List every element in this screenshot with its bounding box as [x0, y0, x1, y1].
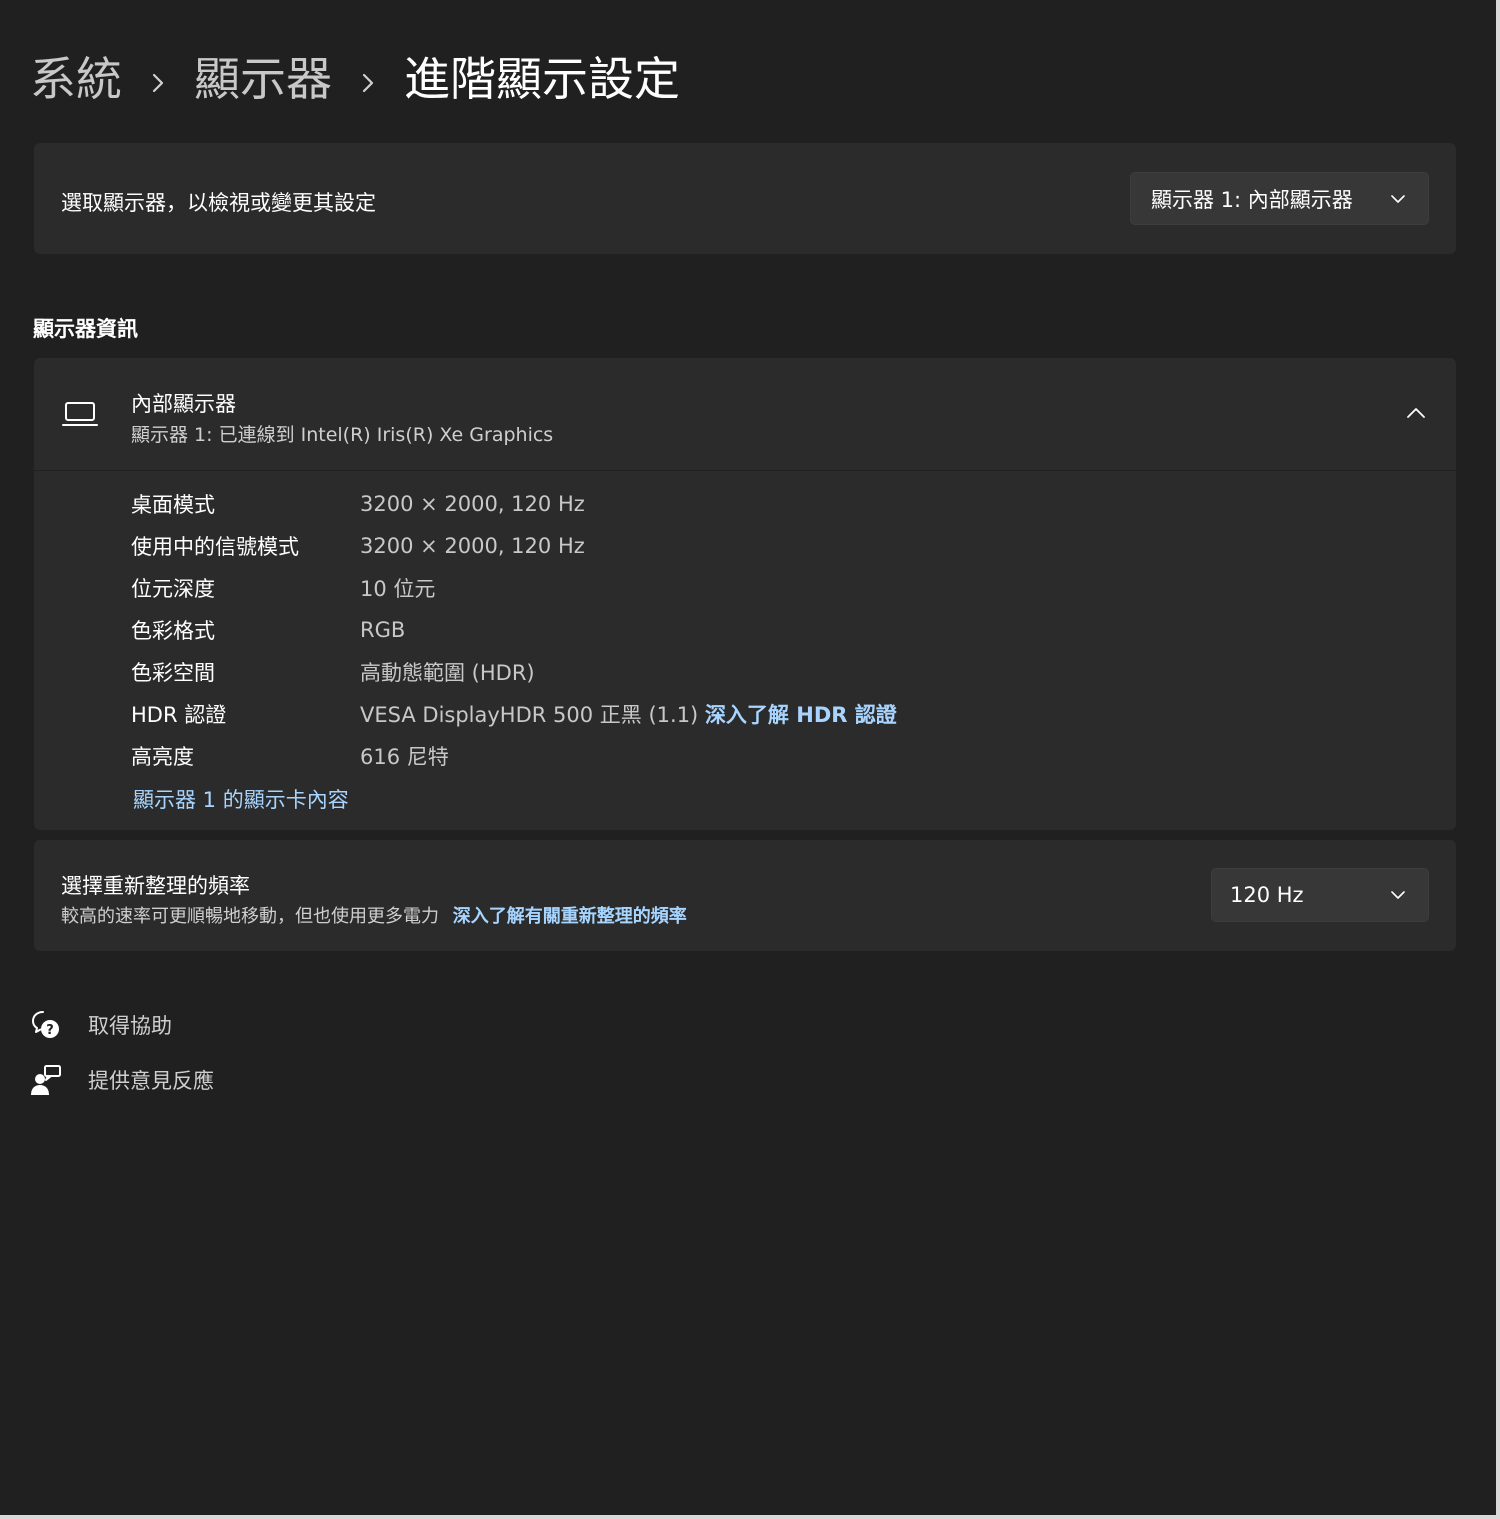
info-row: 高亮度 616 尼特: [131, 736, 449, 776]
get-help-label: 取得協助: [88, 1014, 172, 1038]
refresh-rate-title: 選擇重新整理的頻率: [61, 874, 250, 898]
chevron-down-icon: [1390, 191, 1406, 211]
display-select-dropdown[interactable]: 顯示器 1: 內部顯示器: [1130, 172, 1429, 225]
info-value: RGB: [360, 618, 406, 642]
info-row: HDR 認證 VESA DisplayHDR 500 正黑 (1.1) 深入了解…: [131, 694, 897, 734]
adapter-properties-link[interactable]: 顯示器 1 的顯示卡內容: [133, 784, 349, 814]
info-key: 色彩格式: [131, 619, 215, 643]
select-display-card: 選取顯示器，以檢視或變更其設定 顯示器 1: 內部顯示器: [34, 143, 1456, 254]
refresh-rate-description: 較高的速率可更順暢地移動，但也使用更多電力 深入了解有關重新整理的頻率: [61, 902, 687, 928]
info-key: 高亮度: [131, 745, 194, 769]
info-row: 桌面模式 3200 × 2000, 120 Hz: [131, 484, 585, 524]
refresh-rate-card: 選擇重新整理的頻率 較高的速率可更順暢地移動，但也使用更多電力 深入了解有關重新…: [34, 840, 1456, 951]
feedback-link[interactable]: 提供意見反應: [30, 1062, 214, 1098]
info-key: 使用中的信號模式: [131, 535, 299, 559]
chevron-right-icon: [122, 56, 194, 102]
refresh-rate-learn-more-link[interactable]: 深入了解有關重新整理的頻率: [453, 906, 687, 927]
display-name: 內部顯示器: [131, 392, 236, 416]
section-title-display-info: 顯示器資訊: [33, 317, 138, 341]
info-key: 色彩空間: [131, 661, 215, 685]
display-connection: 顯示器 1: 已連線到 Intel(R) Iris(R) Xe Graphics: [131, 424, 554, 446]
info-value: 616 尼特: [360, 745, 449, 769]
display-info-header[interactable]: 內部顯示器 顯示器 1: 已連線到 Intel(R) Iris(R) Xe Gr…: [34, 358, 1456, 470]
chevron-up-icon[interactable]: [1406, 405, 1426, 424]
hdr-learn-more-link[interactable]: 深入了解 HDR 認證: [705, 703, 897, 727]
refresh-rate-value: 120 Hz: [1230, 883, 1304, 907]
info-value: VESA DisplayHDR 500 正黑 (1.1) 深入了解 HDR 認證: [360, 699, 897, 729]
info-key: HDR 認證: [131, 703, 227, 727]
info-value: 10 位元: [360, 577, 436, 601]
select-display-label: 選取顯示器，以檢視或變更其設定: [61, 191, 376, 215]
info-row: 色彩格式 RGB: [131, 610, 405, 650]
get-help-link[interactable]: ? 取得協助: [30, 1007, 172, 1043]
info-value: 高動態範圍 (HDR): [360, 661, 535, 685]
info-key: 位元深度: [131, 577, 215, 601]
hdr-certification-value: VESA DisplayHDR 500 正黑 (1.1): [360, 703, 699, 727]
info-row: 色彩空間 高動態範圍 (HDR): [131, 652, 535, 692]
settings-window: 系統 顯示器 進階顯示設定 選取顯示器，以檢視或變更其設定 顯示器 1: 內部顯…: [0, 0, 1500, 1519]
info-value: 3200 × 2000, 120 Hz: [360, 534, 585, 558]
chevron-right-icon: [332, 56, 404, 102]
breadcrumb: 系統 顯示器 進階顯示設定: [30, 44, 680, 114]
chevron-down-icon: [1390, 887, 1406, 907]
info-key: 桌面模式: [131, 493, 215, 517]
display-select-value: 顯示器 1: 內部顯示器: [1151, 187, 1353, 212]
refresh-rate-dropdown[interactable]: 120 Hz: [1211, 868, 1429, 922]
page-title: 進階顯示設定: [404, 52, 680, 106]
svg-text:?: ?: [46, 1023, 54, 1038]
laptop-icon: [62, 400, 98, 432]
display-info-details: 桌面模式 3200 × 2000, 120 Hz 使用中的信號模式 3200 ×…: [34, 471, 1456, 830]
breadcrumb-system[interactable]: 系統: [30, 56, 122, 102]
feedback-label: 提供意見反應: [88, 1069, 214, 1093]
help-chat-icon: ?: [30, 1009, 62, 1041]
refresh-rate-description-text: 較高的速率可更順暢地移動，但也使用更多電力: [61, 906, 439, 927]
info-row: 使用中的信號模式 3200 × 2000, 120 Hz: [131, 526, 585, 566]
feedback-person-icon: [30, 1064, 62, 1096]
breadcrumb-display[interactable]: 顯示器: [194, 56, 332, 102]
info-value: 3200 × 2000, 120 Hz: [360, 492, 585, 516]
info-row: 位元深度 10 位元: [131, 568, 435, 608]
